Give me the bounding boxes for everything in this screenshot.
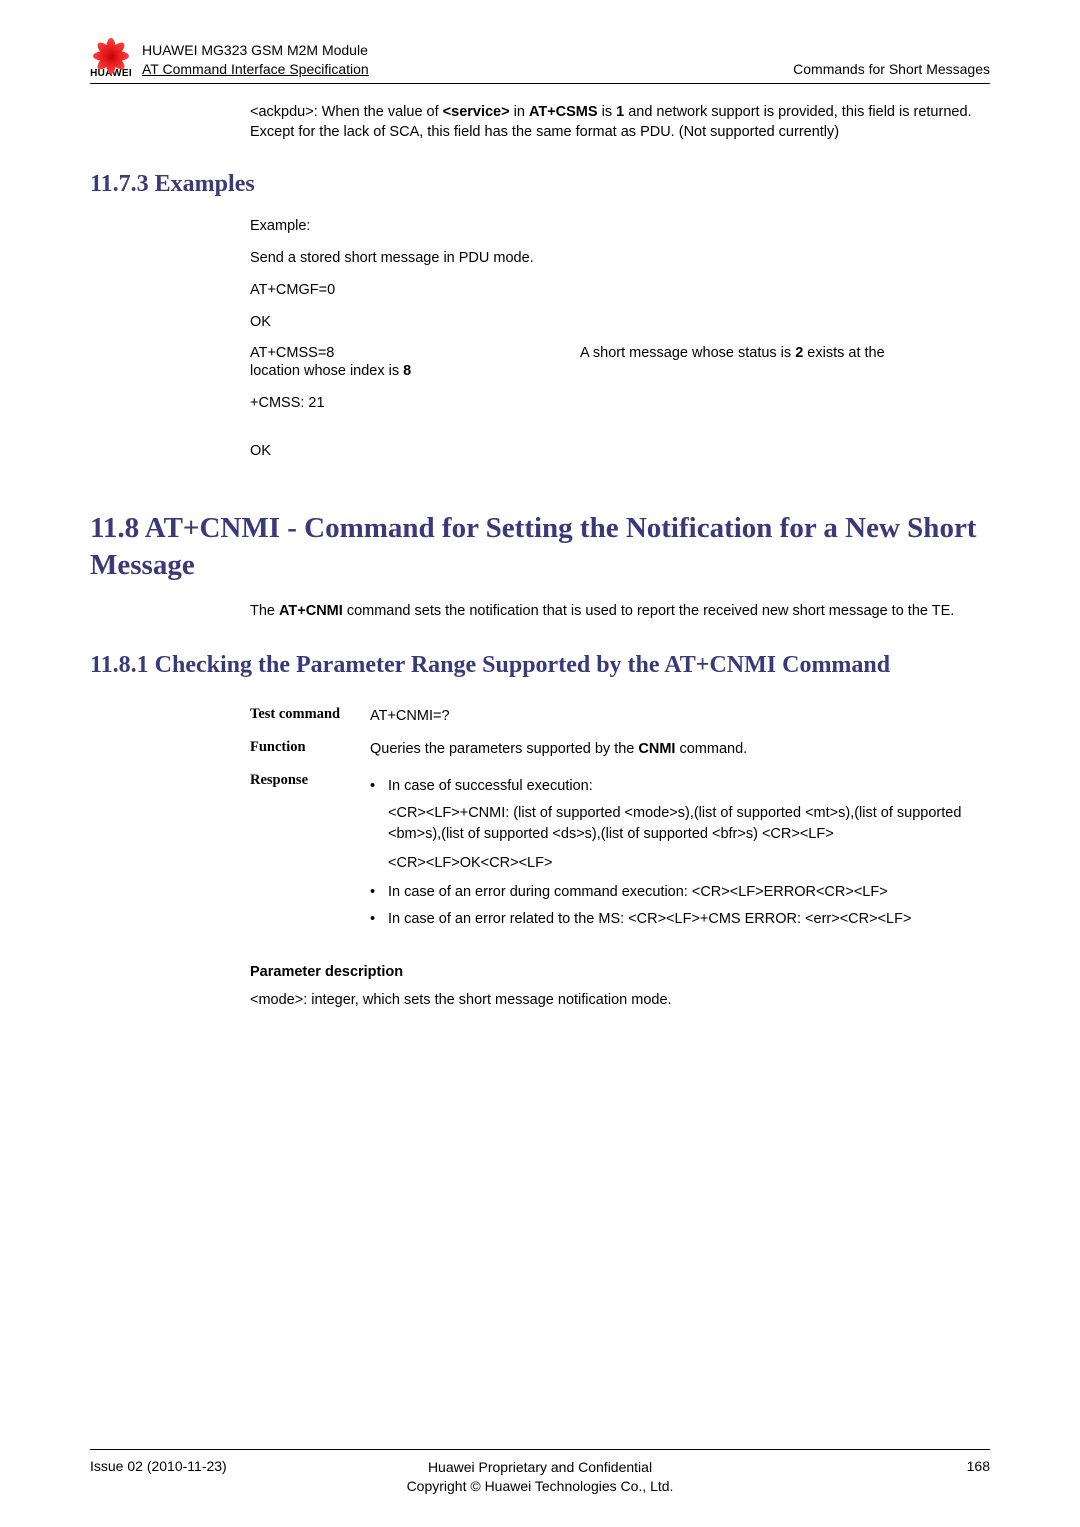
function-value: Queries the parameters supported by the … [370,733,990,766]
example-line-ok1: OK [250,312,990,332]
page-footer: Issue 02 (2010-11-23) Huawei Proprietary… [90,1449,990,1497]
footer-issue: Issue 02 (2010-11-23) [90,1458,390,1474]
bullet-icon: • [370,776,388,797]
response-value: • In case of successful execution: <CR><… [370,766,990,942]
huawei-logo-block: HUAWEI [90,30,132,79]
footer-center1: Huawei Proprietary and Confidential [390,1458,690,1478]
example-line-ok2: OK [250,441,990,461]
test-command-label: Test command [250,700,370,733]
cnmi-definition-table: Test command AT+CNMI=? Function Queries … [250,700,990,942]
example-label: Example: [250,216,990,236]
cmss-result: +CMSS: 21 [250,393,990,413]
header-left-text: HUAWEI MG323 GSM M2M Module AT Command I… [142,41,793,79]
page-header: HUAWEI HUAWEI MG323 GSM M2M Module AT Co… [90,30,990,84]
intro-b: AT+CNMI [279,603,343,619]
cnmi-intro: The AT+CNMI command sets the notificatio… [250,601,990,621]
cmss-left: AT+CMSS=8 [250,345,580,361]
resp-bullet-1: In case of successful execution: [388,776,990,797]
footer-center2: Copyright © Huawei Technologies Co., Ltd… [390,1477,690,1497]
loc-text: location whose index is [250,363,403,379]
intro-a: The [250,603,279,619]
cmss-right-c: exists at the [803,345,884,361]
test-command-value: AT+CNMI=? [370,700,990,733]
function-label: Function [250,733,370,766]
section-1181-heading: 11.8.1 Checking the Parameter Range Supp… [90,649,990,681]
example-desc: Send a stored short message in PDU mode. [250,248,990,268]
cmss-right: A short message whose status is 2 exists… [580,345,990,361]
parameter-description-body: <mode>: integer, which sets the short me… [250,990,990,1010]
location-line: location whose index is 8 [250,361,990,381]
product-line: HUAWEI MG323 GSM M2M Module [142,41,793,60]
resp-bullet-2: In case of an error during command execu… [388,882,990,903]
resp-bullet-3: In case of an error related to the MS: <… [388,909,990,930]
parameter-description-heading: Parameter description [250,964,990,980]
response-label: Response [250,766,370,942]
func-c: command. [675,741,747,757]
func-a: Queries the parameters supported by the [370,741,638,757]
ackpdu-paragraph: <ackpdu>: When the value of <service> in… [250,102,990,143]
huawei-logo-icon [90,30,132,66]
section-1173-heading: 11.7.3 Examples [90,171,990,198]
section-118-heading: 11.8 AT+CNMI - Command for Setting the N… [90,510,990,585]
loc-index: 8 [403,363,411,379]
func-b: CNMI [638,741,675,757]
footer-center: Huawei Proprietary and Confidential Copy… [390,1458,690,1497]
footer-page-number: 168 [690,1458,990,1474]
intro-c: command sets the notification that is us… [343,603,954,619]
spec-line: AT Command Interface Specification [142,60,793,79]
cmss-right-a: A short message whose status is [580,345,795,361]
example-line-cmgf: AT+CMGF=0 [250,280,990,300]
bullet-icon: • [370,882,388,903]
resp-sub-1: <CR><LF>+CNMI: (list of supported <mode>… [388,803,990,845]
bullet-icon: • [370,909,388,930]
example-cmss-row: AT+CMSS=8 A short message whose status i… [250,345,990,361]
header-right-text: Commands for Short Messages [793,61,990,79]
resp-sub-2: <CR><LF>OK<CR><LF> [388,853,990,874]
